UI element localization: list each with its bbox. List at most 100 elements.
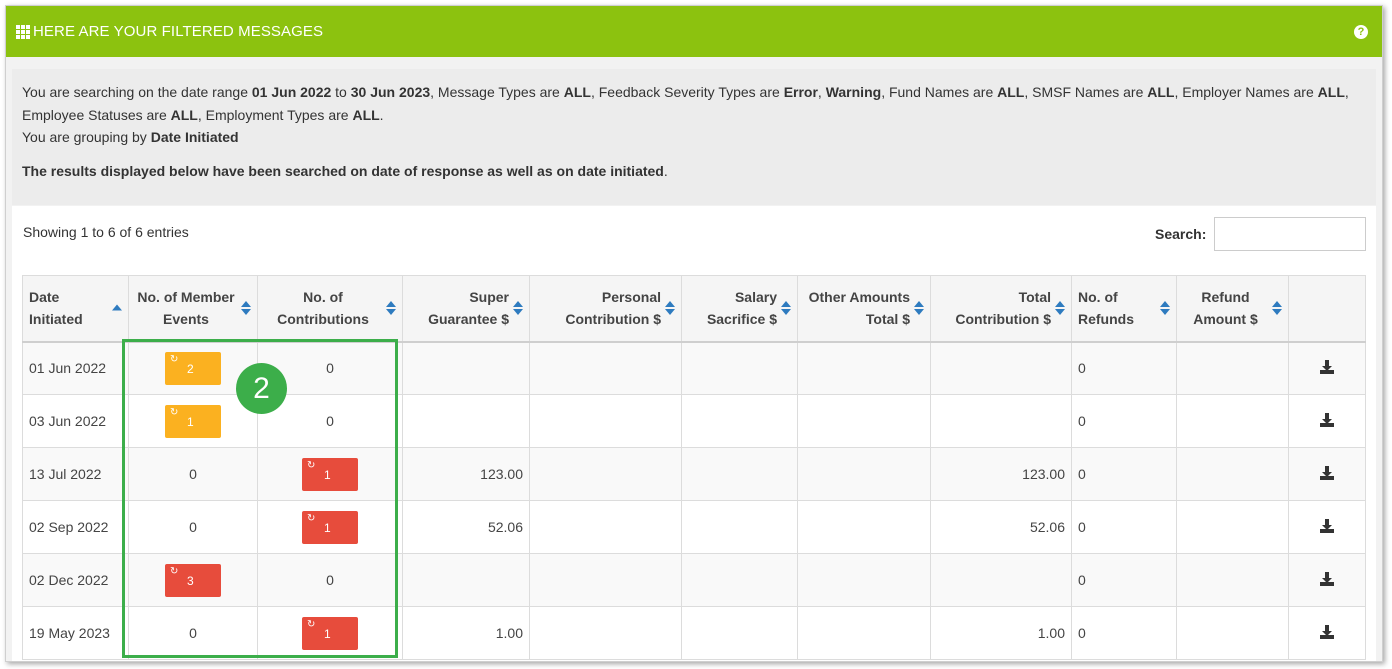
- other-amounts-cell: [797, 606, 931, 660]
- download-cell: [1288, 394, 1366, 448]
- total-contribution-cell: 52.06: [930, 500, 1072, 554]
- salary-sacrifice-cell: [681, 606, 798, 660]
- member-events-badge[interactable]: ↻ 3: [165, 563, 221, 597]
- column-header-label: Other Amounts Total $: [808, 289, 910, 328]
- column-header-label: No. of Contributions: [277, 289, 369, 328]
- badge-count: 1: [324, 626, 331, 641]
- refund-amount-cell: [1176, 394, 1289, 448]
- refresh-icon: ↻: [307, 618, 316, 630]
- date-initiated-cell: 02 Sep 2022: [22, 500, 129, 554]
- personal-contribution-cell: [529, 500, 682, 554]
- column-header-label: Total Contribution $: [955, 289, 1051, 328]
- table-row: 02 Sep 2022 0 ↻ 1 52.06 52.06 0: [22, 500, 1366, 554]
- column-header[interactable]: No. of Member Events: [128, 275, 258, 343]
- member-events-cell: 0: [128, 500, 258, 554]
- contributions-badge[interactable]: ↻ 1: [302, 510, 358, 544]
- column-header[interactable]: Other Amounts Total $: [797, 275, 931, 343]
- column-header[interactable]: No. of Contributions: [257, 275, 403, 343]
- total-contribution-cell: 1.00: [930, 606, 1072, 660]
- salary-sacrifice-cell: [681, 500, 798, 554]
- refund-amount-cell: [1176, 606, 1289, 660]
- column-header[interactable]: No. of Refunds: [1071, 275, 1177, 343]
- sort-icon: [781, 301, 791, 316]
- super-guarantee-cell: 52.06: [402, 500, 530, 554]
- date-initiated-cell: 19 May 2023: [22, 606, 129, 660]
- panel-header: HERE ARE YOUR FILTERED MESSAGES ?: [6, 6, 1382, 57]
- column-header[interactable]: Salary Sacrifice $: [681, 275, 798, 343]
- total-contribution-cell: 123.00: [930, 447, 1072, 501]
- member-events-badge[interactable]: ↻ 2: [165, 351, 221, 385]
- search-label: Search:: [1155, 226, 1207, 242]
- date-initiated-cell: 13 Jul 2022: [22, 447, 129, 501]
- member-events-cell: ↻ 3: [128, 553, 258, 607]
- refunds-cell: 0: [1071, 500, 1177, 554]
- refunds-cell: 0: [1071, 341, 1177, 395]
- download-icon[interactable]: [1320, 571, 1334, 586]
- table-row: 13 Jul 2022 0 ↻ 1 123.00 123.00 0: [22, 447, 1366, 501]
- column-header[interactable]: Personal Contribution $: [529, 275, 682, 343]
- salary-sacrifice-cell: [681, 447, 798, 501]
- contributions-badge[interactable]: ↻ 1: [302, 616, 358, 650]
- badge-count: 1: [187, 414, 194, 429]
- column-header[interactable]: Date Initiated: [22, 275, 129, 343]
- sort-icon: [1272, 301, 1282, 316]
- table-row: 02 Dec 2022 ↻ 3 0 0: [22, 553, 1366, 607]
- grid-icon: [16, 24, 30, 39]
- personal-contribution-cell: [529, 394, 682, 448]
- table-row: 01 Jun 2022 ↻ 2 0 0: [22, 341, 1366, 395]
- sort-asc-icon: [112, 304, 122, 312]
- step-marker: 2: [236, 363, 287, 414]
- download-icon[interactable]: [1320, 412, 1334, 427]
- search-input[interactable]: [1214, 217, 1366, 251]
- super-guarantee-cell: [402, 341, 530, 395]
- search-summary: You are searching on the date range 01 J…: [12, 69, 1376, 205]
- sort-icon: [914, 301, 924, 316]
- download-icon[interactable]: [1320, 359, 1334, 374]
- sort-icon: [513, 301, 523, 316]
- column-header-label: Refund Amount $: [1193, 289, 1258, 328]
- super-guarantee-cell: 123.00: [402, 447, 530, 501]
- date-initiated-cell: 01 Jun 2022: [22, 341, 129, 395]
- badge-count: 1: [324, 467, 331, 482]
- actions-header: [1288, 275, 1366, 343]
- results-panel: Showing 1 to 6 of 6 entries Search: Date…: [12, 206, 1376, 661]
- refund-amount-cell: [1176, 341, 1289, 395]
- sort-icon: [1055, 301, 1065, 316]
- sort-icon: [241, 301, 251, 316]
- download-cell: [1288, 447, 1366, 501]
- download-icon[interactable]: [1320, 465, 1334, 480]
- super-guarantee-cell: [402, 553, 530, 607]
- badge-count: 3: [187, 573, 194, 588]
- salary-sacrifice-cell: [681, 553, 798, 607]
- contributions-badge[interactable]: ↻ 1: [302, 457, 358, 491]
- other-amounts-cell: [797, 341, 931, 395]
- refresh-icon: ↻: [170, 406, 179, 418]
- other-amounts-cell: [797, 553, 931, 607]
- question-circle-icon[interactable]: ?: [1354, 24, 1368, 39]
- column-header-label: No. of Member Events: [137, 289, 235, 328]
- search-note: The results displayed below have been se…: [22, 162, 668, 179]
- download-icon[interactable]: [1320, 518, 1334, 533]
- refresh-icon: ↻: [307, 459, 316, 471]
- date-initiated-cell: 02 Dec 2022: [22, 553, 129, 607]
- contributions-cell: ↻ 1: [257, 606, 403, 660]
- column-header[interactable]: Total Contribution $: [930, 275, 1072, 343]
- column-header[interactable]: Refund Amount $: [1176, 275, 1289, 343]
- date-initiated-cell: 03 Jun 2022: [22, 394, 129, 448]
- refunds-cell: 0: [1071, 447, 1177, 501]
- column-header[interactable]: Super Guarantee $: [402, 275, 530, 343]
- sort-icon: [665, 301, 675, 316]
- download-icon[interactable]: [1320, 624, 1334, 639]
- member-events-cell: 0: [128, 606, 258, 660]
- super-guarantee-cell: [402, 394, 530, 448]
- download-cell: [1288, 500, 1366, 554]
- refunds-cell: 0: [1071, 553, 1177, 607]
- messages-panel: HERE ARE YOUR FILTERED MESSAGES ? You ar…: [5, 5, 1383, 662]
- panel-title: HERE ARE YOUR FILTERED MESSAGES: [33, 23, 324, 40]
- download-cell: [1288, 553, 1366, 607]
- contributions-cell: ↻ 1: [257, 447, 403, 501]
- member-events-badge[interactable]: ↻ 1: [165, 404, 221, 438]
- member-events-cell: ↻ 1: [128, 394, 258, 448]
- column-header-label: Date Initiated: [29, 289, 83, 328]
- table-row: 19 May 2023 0 ↻ 1 1.00 1.00 0: [22, 606, 1366, 660]
